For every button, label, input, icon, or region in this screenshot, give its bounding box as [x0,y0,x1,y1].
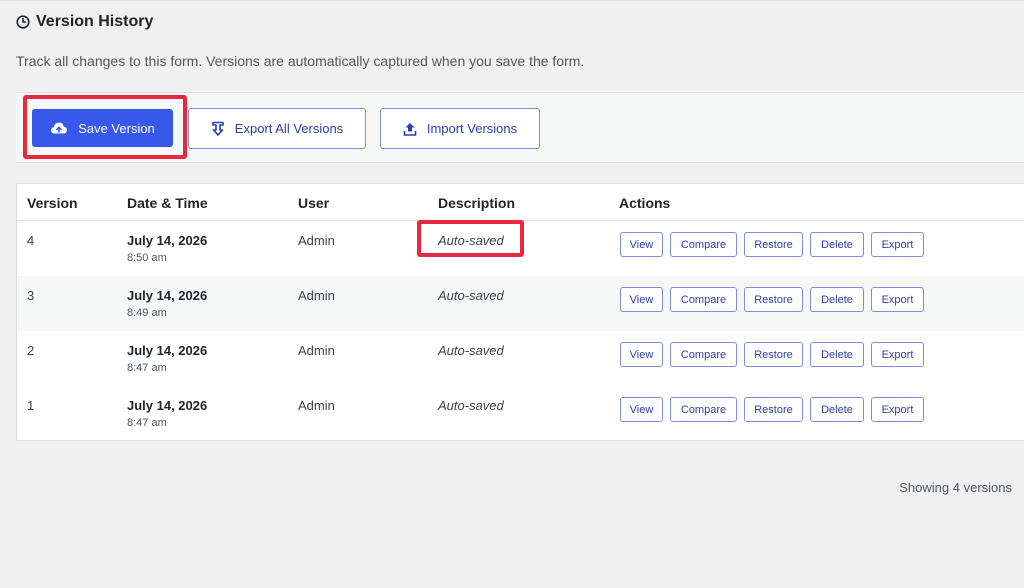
upload-icon [403,121,417,137]
delete-button[interactable]: Delete [810,397,864,422]
view-button[interactable]: View [620,287,663,312]
column-header-date-time: Date & Time [127,195,208,211]
panel-header: Version History [16,10,153,34]
table-row: 2 July 14, 2026 8:47 am Admin Auto-saved… [17,331,1024,386]
version-user: Admin [298,343,335,358]
version-count: Showing 4 versions [899,480,1012,495]
import-versions-label: Import Versions [426,121,518,136]
import-versions-button[interactable]: Import Versions [380,108,540,149]
version-description: Auto-saved [438,233,504,248]
export-button[interactable]: Export [871,397,924,422]
view-button[interactable]: View [620,342,663,367]
table-row: 3 July 14, 2026 8:49 am Admin Auto-saved… [17,276,1024,331]
column-header-description: Description [438,195,516,211]
version-date: July 14, 2026 [127,398,208,413]
compare-button[interactable]: Compare [670,397,737,422]
view-button[interactable]: View [620,397,663,422]
version-number: 2 [27,343,35,358]
version-time: 8:47 am [127,417,167,429]
restore-button[interactable]: Restore [744,287,803,312]
export-button[interactable]: Export [871,232,924,257]
version-user: Admin [298,233,335,248]
version-date: July 14, 2026 [127,233,208,248]
version-time: 8:50 am [127,252,167,264]
delete-button[interactable]: Delete [810,287,864,312]
page-title: Version History [36,13,154,30]
version-description: Auto-saved [438,343,504,358]
version-number: 1 [27,398,35,413]
export-all-label: Export All Versions [234,121,344,136]
export-button[interactable]: Export [871,287,924,312]
clock-icon [16,15,30,29]
version-time: 8:49 am [127,307,167,319]
version-date: July 14, 2026 [127,288,208,303]
table-row: 1 July 14, 2026 8:47 am Admin Auto-saved… [17,386,1024,441]
version-time: 8:47 am [127,362,167,374]
version-description: Auto-saved [438,288,504,303]
version-toolbar: Save Version Export All Versions Import … [16,92,1024,163]
column-header-actions: Actions [619,195,671,211]
version-number: 3 [27,288,35,303]
restore-button[interactable]: Restore [744,397,803,422]
version-date: July 14, 2026 [127,343,208,358]
view-button[interactable]: View [620,232,663,257]
version-number: 4 [27,233,35,248]
export-all-versions-button[interactable]: Export All Versions [188,108,366,149]
save-version-label: Save Version [78,120,155,136]
page-description: Track all changes to this form. Versions… [16,53,585,69]
top-divider [0,0,1024,1]
export-button[interactable]: Export [871,342,924,367]
version-description: Auto-saved [438,398,504,413]
delete-button[interactable]: Delete [810,342,864,367]
column-header-version: Version [27,195,78,211]
download-icon [211,121,225,137]
save-version-button[interactable]: Save Version [32,109,173,147]
compare-button[interactable]: Compare [670,287,737,312]
compare-button[interactable]: Compare [670,232,737,257]
compare-button[interactable]: Compare [670,342,737,367]
column-header-user: User [298,195,330,211]
version-user: Admin [298,398,335,413]
cloud-upload-icon [50,121,68,135]
table-row: 4 July 14, 2026 8:50 am Admin Auto-saved… [17,221,1024,276]
version-user: Admin [298,288,335,303]
restore-button[interactable]: Restore [744,342,803,367]
restore-button[interactable]: Restore [744,232,803,257]
delete-button[interactable]: Delete [810,232,864,257]
versions-table: Version Date & Time User Description Act… [16,183,1024,441]
